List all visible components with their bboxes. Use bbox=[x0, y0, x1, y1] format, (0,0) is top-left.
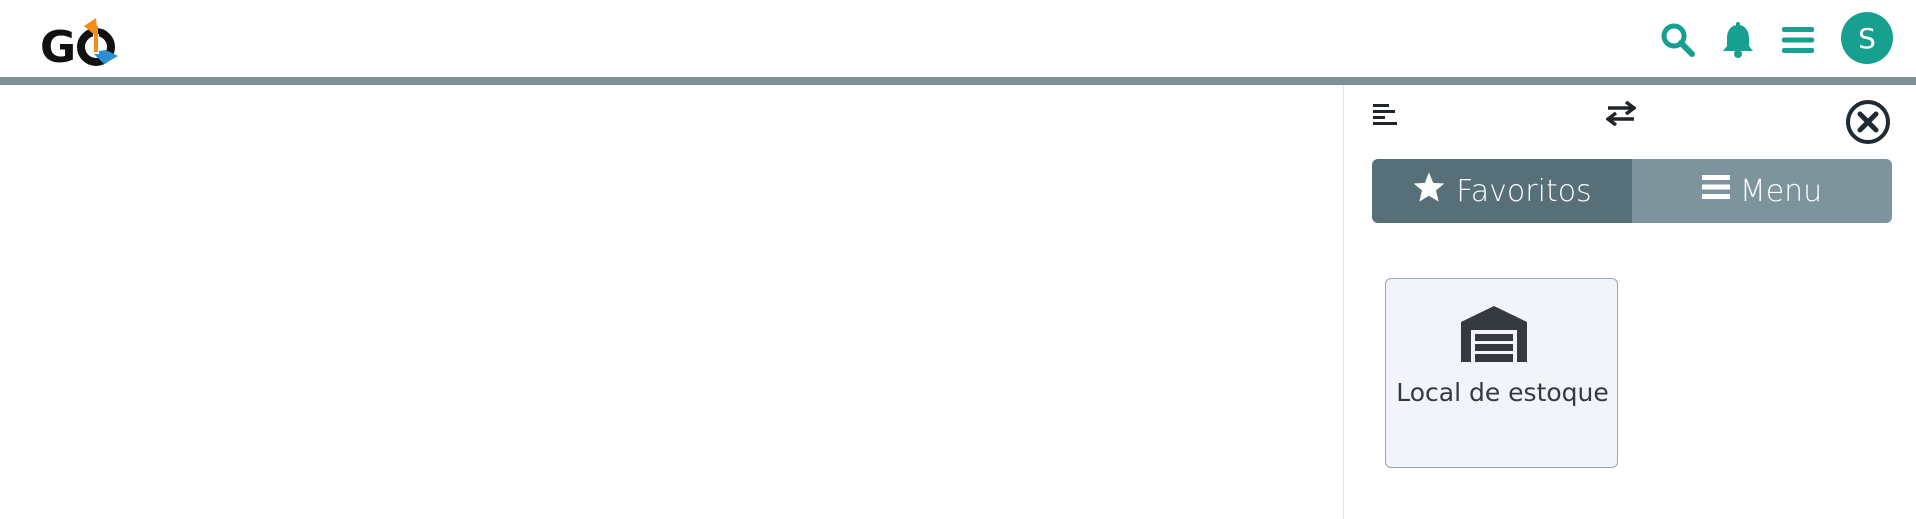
warehouse-icon bbox=[1461, 306, 1527, 362]
align-left-icon[interactable] bbox=[1372, 101, 1398, 127]
tab-label-favoritos: Favoritos bbox=[1456, 173, 1592, 209]
user-avatar[interactable]: S bbox=[1841, 12, 1893, 64]
svg-text:G: G bbox=[40, 22, 76, 72]
avatar-initial: S bbox=[1858, 21, 1876, 55]
navbar-divider bbox=[0, 77, 1916, 85]
search-icon[interactable] bbox=[1658, 20, 1698, 60]
top-navbar: G S bbox=[0, 0, 1916, 77]
close-circle-icon[interactable] bbox=[1844, 98, 1892, 146]
favorite-card-local-de-estoque[interactable]: Local de estoque bbox=[1385, 278, 1618, 468]
bell-icon[interactable] bbox=[1718, 20, 1758, 60]
tab-favoritos[interactable]: Favoritos bbox=[1372, 159, 1632, 223]
side-panel: Favoritos Menu Local de estoque bbox=[1343, 85, 1916, 519]
swap-arrows-icon[interactable] bbox=[1605, 99, 1637, 127]
hamburger-icon[interactable] bbox=[1778, 20, 1818, 60]
bars-icon bbox=[1701, 173, 1730, 209]
go-logo-icon[interactable]: G bbox=[40, 16, 130, 73]
panel-tabs: Favoritos Menu bbox=[1372, 159, 1892, 223]
tab-menu[interactable]: Menu bbox=[1632, 159, 1892, 223]
star-icon bbox=[1412, 171, 1446, 211]
favorite-card-label: Local de estoque bbox=[1396, 378, 1609, 407]
tab-label-menu: Menu bbox=[1739, 173, 1823, 209]
